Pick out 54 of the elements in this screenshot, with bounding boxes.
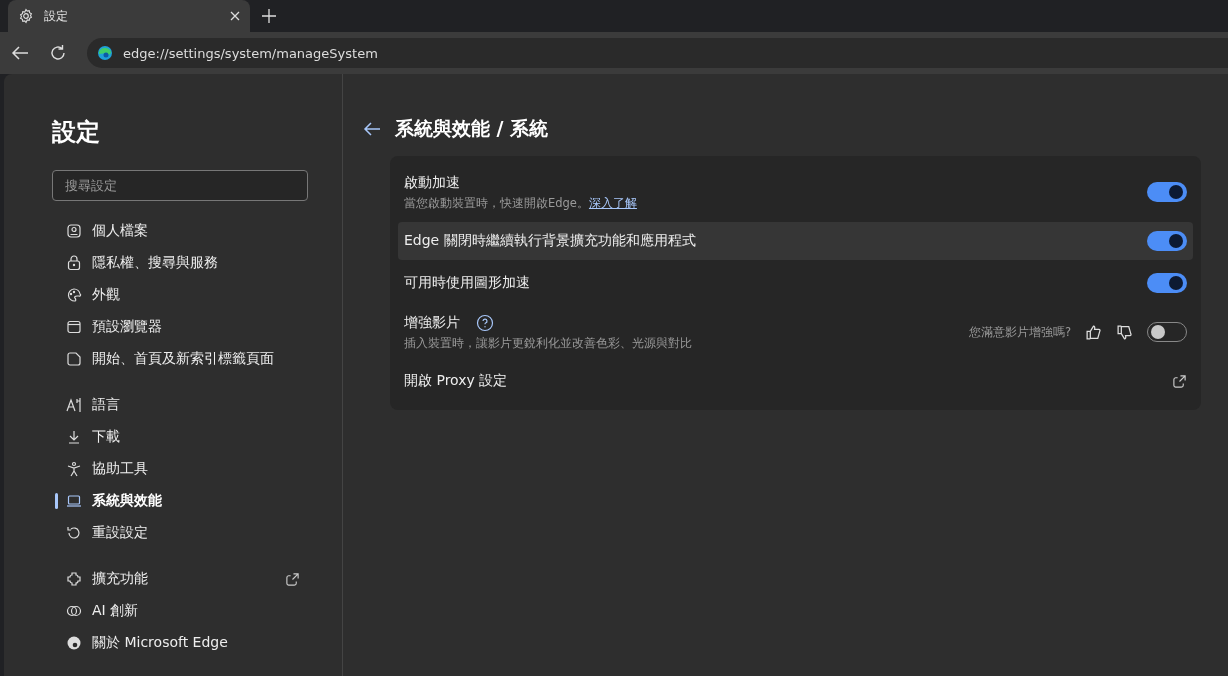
nav-item[interactable]: 個人檔案 [52,215,308,247]
download-icon [66,429,82,445]
address-bar[interactable]: edge://settings/system/manageSystem [87,38,1228,68]
refresh-icon[interactable] [49,44,67,62]
window-icon [66,319,82,335]
page-title: 系統與效能 / 系統 [395,116,549,141]
setting-label: 增強影片 [404,313,460,332]
nav-item[interactable]: 擴充功能 [52,563,308,595]
laptop-icon [66,493,82,509]
nav-item[interactable]: 開始、首頁及新索引標籤頁面 [52,343,308,375]
setting-label: Edge 關閉時繼續執行背景擴充功能和應用程式 [404,232,696,250]
search-field[interactable]: 搜尋設定 [52,170,308,201]
nav-item[interactable]: 語言 [52,389,308,421]
external-link-icon[interactable] [1172,373,1187,389]
settings-title: 設定 [52,117,101,148]
browser-tab[interactable]: 設定 [8,0,250,32]
setting-description: 當您啟動裝置時，快速開啟Edge。 [404,195,589,210]
thumbs-down-icon[interactable] [1116,323,1133,341]
setting-label: 開啟 Proxy 設定 [404,372,508,390]
nav-item[interactable]: 預設瀏覽器 [52,311,308,343]
feedback-question: 您滿意影片增強嗎? [968,324,1071,340]
nav-item[interactable]: 系統與效能 [52,485,308,517]
browser-logo-icon [97,45,113,61]
setting-label: 啟動加速 [404,173,460,192]
settings-icon [18,8,34,24]
nav-item[interactable]: 協助工具 [52,453,308,485]
nav-item[interactable]: 關於 Microsoft Edge [52,627,308,659]
nav-item[interactable]: AI 創新 [52,595,308,627]
palette-icon [66,287,82,303]
learn-more-link[interactable]: 深入了解 [588,195,637,210]
language-icon [66,397,82,413]
new-tab-icon[interactable] [262,9,276,23]
page-icon [66,351,82,367]
reset-icon [66,525,82,541]
url-text: edge://settings/system/manageSystem [123,45,378,61]
setting-label: 可用時使用圖形加速 [404,274,530,292]
toggle-switch[interactable] [1147,182,1187,202]
nav-item[interactable]: 下載 [52,421,308,453]
back-icon[interactable] [11,45,29,61]
back-icon[interactable] [363,121,381,137]
toggle-switch[interactable] [1147,273,1187,293]
tab-title: 設定 [44,7,69,25]
lock-icon [66,255,82,271]
nav-item[interactable]: 隱私權、搜尋與服務 [52,247,308,279]
toggle-switch[interactable] [1147,231,1187,251]
accessibility-icon [66,461,82,477]
profile-icon [66,223,82,239]
thumbs-up-icon[interactable] [1085,323,1102,341]
close-icon[interactable] [230,11,240,21]
nav-item[interactable]: 重設設定 [52,517,308,549]
help-icon[interactable] [476,313,494,332]
browser-logo-icon [66,635,82,651]
nav-item[interactable]: 外觀 [52,279,308,311]
setting-description: 插入裝置時，讓影片更銳利化並改善色彩、光源與對比 [404,335,692,350]
